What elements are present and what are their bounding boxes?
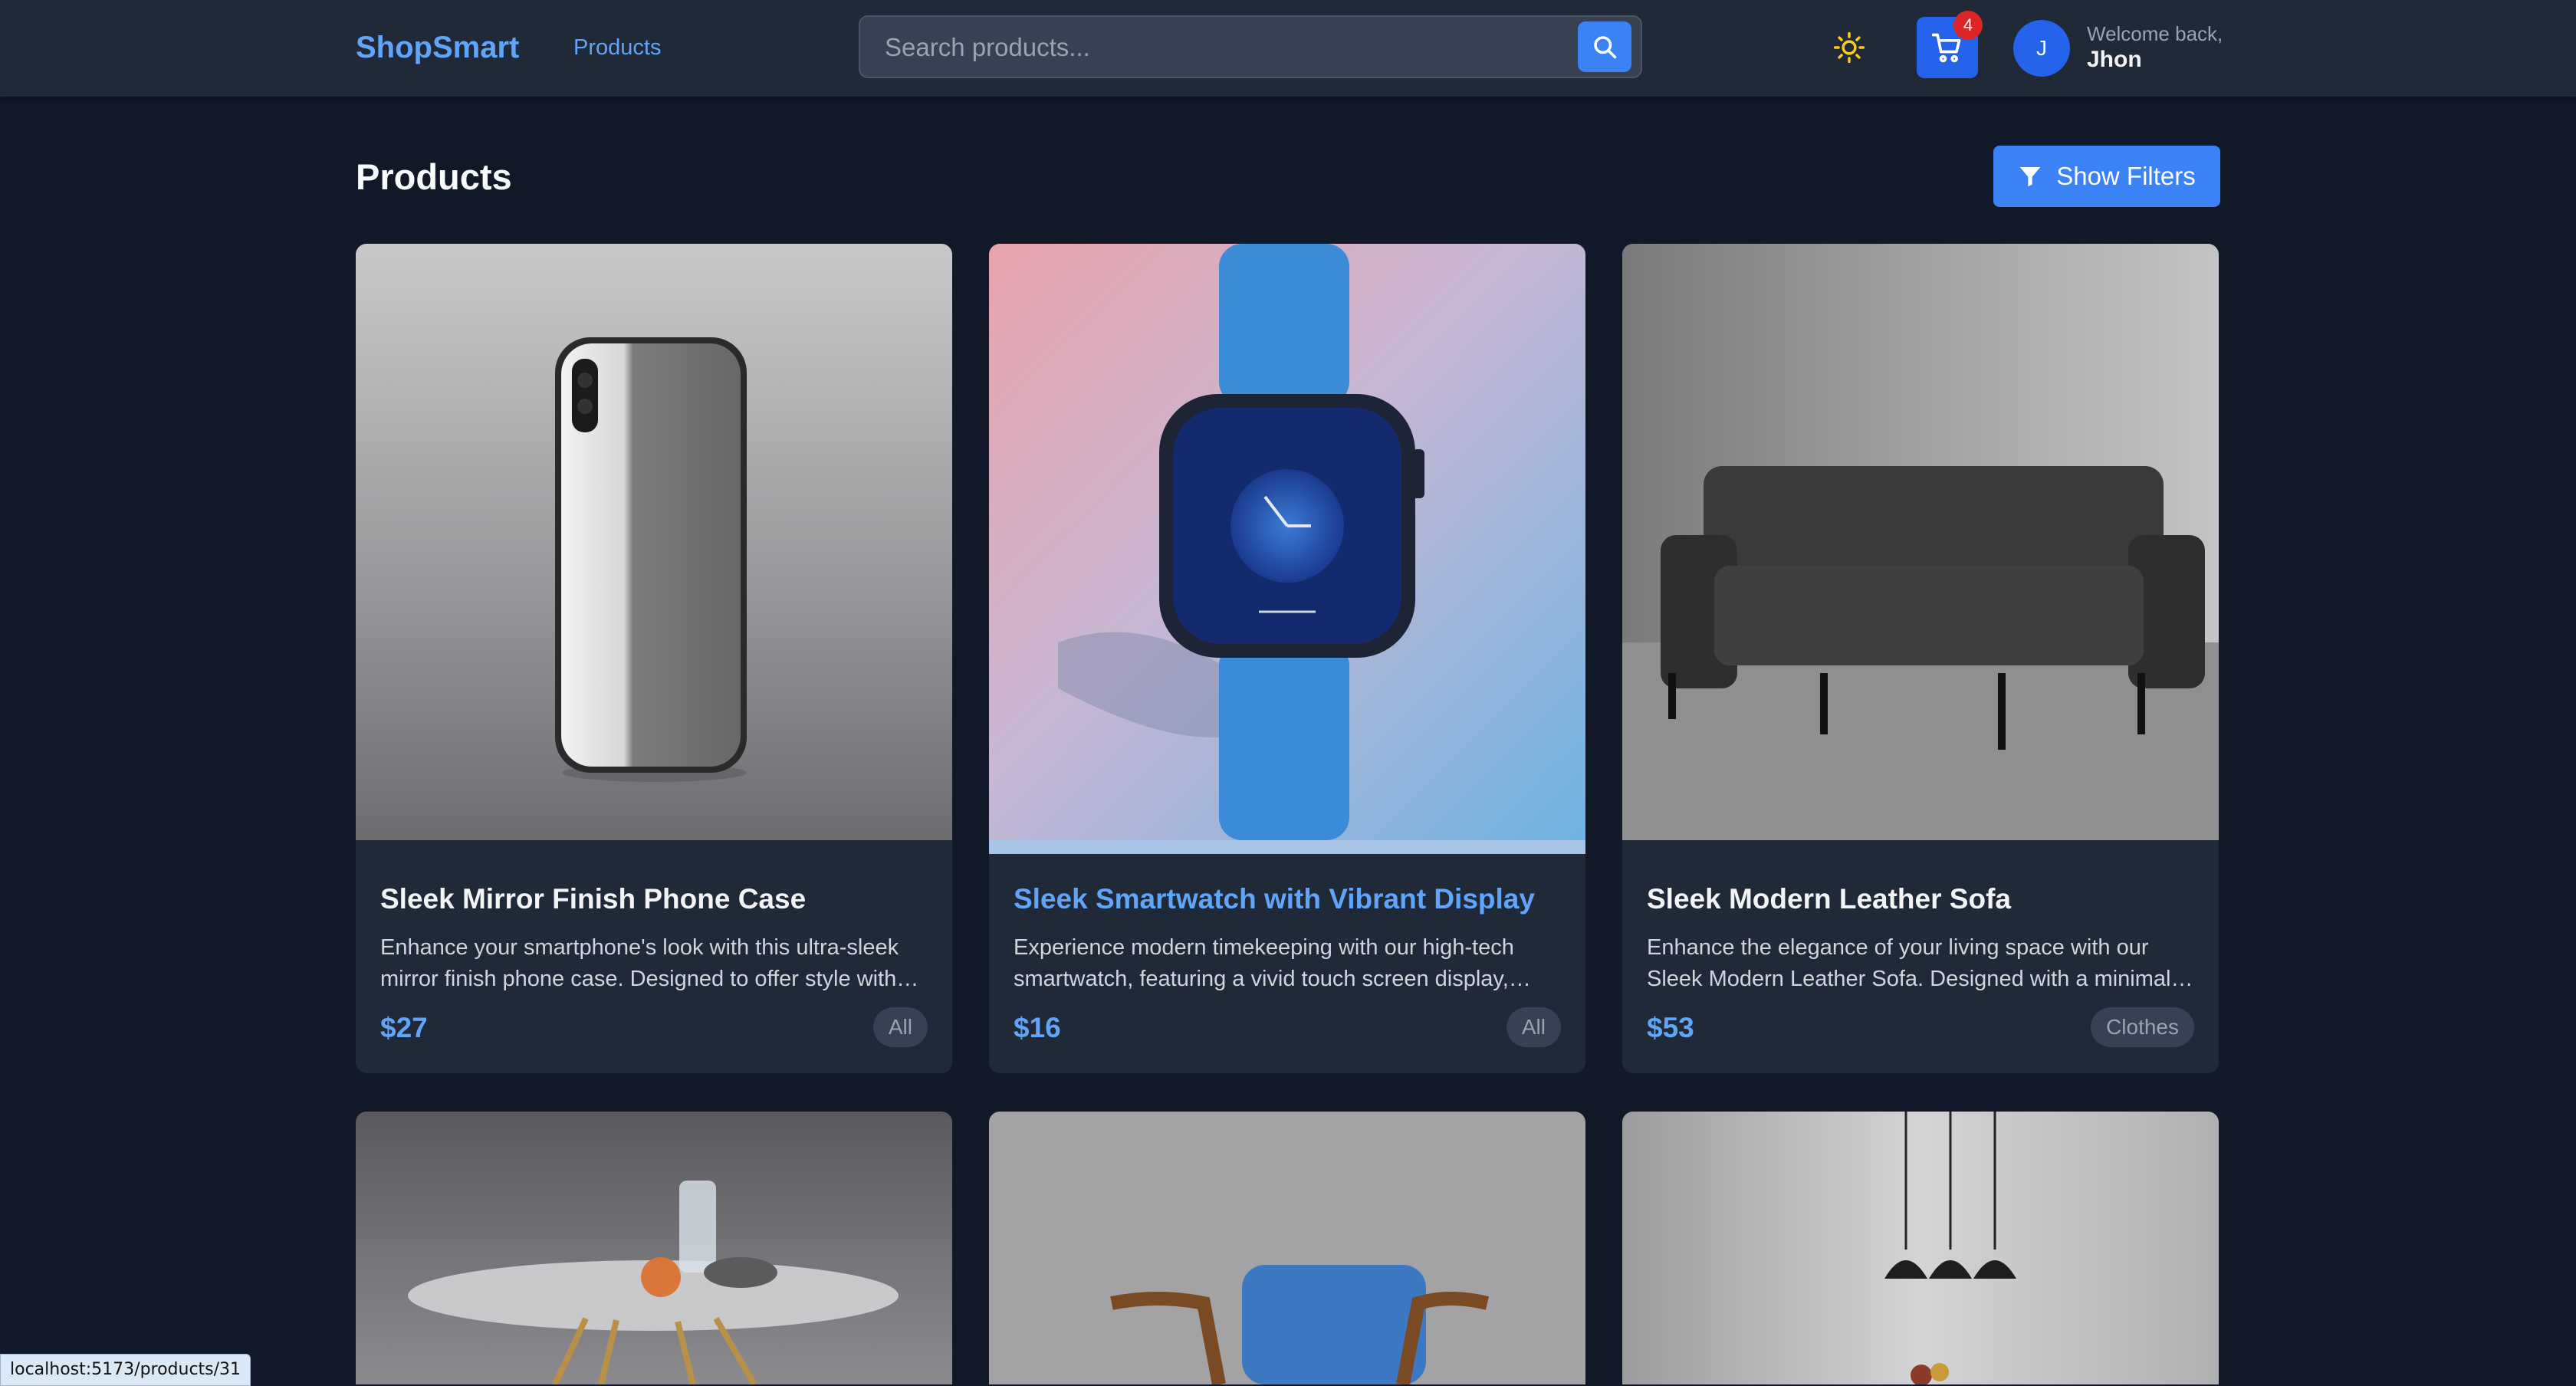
product-card[interactable] <box>356 1112 952 1384</box>
product-description: Enhance the elegance of your living spac… <box>1647 935 2193 991</box>
category-badge: All <box>872 1007 928 1047</box>
nav-link-products[interactable]: Products <box>573 34 661 61</box>
search-input[interactable] <box>883 17 1561 78</box>
product-image-phone-case <box>356 244 952 840</box>
product-price: $53 <box>1647 1012 1694 1043</box>
product-price: $27 <box>380 1012 428 1043</box>
product-price: $16 <box>1014 1012 1061 1043</box>
page-title: Products <box>356 156 512 197</box>
product-image-pendant-lights <box>1622 1112 2219 1384</box>
category-badge: Clothes <box>2091 1007 2194 1047</box>
filter-icon <box>2019 167 2041 187</box>
show-filters-button[interactable]: Show Filters <box>1993 146 2220 207</box>
product-image-sofa <box>1622 244 2219 840</box>
product-card[interactable]: Sleek Modern Leather Sofa Enhance the el… <box>1622 244 2219 1073</box>
product-card[interactable] <box>1622 1112 2219 1384</box>
brand-logo[interactable]: ShopSmart <box>356 28 519 67</box>
cart-count-badge: 4 <box>1953 11 1983 40</box>
product-image-chair <box>989 1112 1585 1384</box>
link-preview-status: localhost:5173/products/31 <box>0 1354 251 1386</box>
product-title[interactable]: Sleek Modern Leather Sofa <box>1647 882 2011 917</box>
sun-icon <box>1833 31 1865 64</box>
username: Jhon <box>2087 47 2142 72</box>
product-image-table <box>356 1112 952 1384</box>
top-navbar: ShopSmart Products 4 J Welcome back, Jho… <box>0 0 2576 97</box>
product-card[interactable]: Sleek Smartwatch with Vibrant Display Ex… <box>989 244 1585 1073</box>
show-filters-label: Show Filters <box>2056 162 2196 190</box>
product-card[interactable] <box>989 1112 1585 1384</box>
theme-toggle-button[interactable] <box>1828 26 1871 69</box>
search-button[interactable] <box>1578 21 1631 72</box>
search-icon <box>1594 36 1617 59</box>
product-description: Enhance your smartphone's look with this… <box>380 935 899 991</box>
product-card[interactable]: Sleek Mirror Finish Phone Case Enhance y… <box>356 244 952 1073</box>
hover-indicator <box>989 840 1585 854</box>
user-avatar[interactable]: J <box>2013 20 2070 77</box>
welcome-text: Welcome back, <box>2087 22 2223 45</box>
category-badge: All <box>1506 1007 1561 1047</box>
product-description: Experience modern timekeeping with our h… <box>1014 935 1514 991</box>
search-bar <box>859 15 1642 78</box>
product-image-smartwatch <box>989 244 1585 840</box>
product-title[interactable]: Sleek Smartwatch with Vibrant Display <box>1014 882 1535 917</box>
product-title[interactable]: Sleek Mirror Finish Phone Case <box>380 882 806 917</box>
